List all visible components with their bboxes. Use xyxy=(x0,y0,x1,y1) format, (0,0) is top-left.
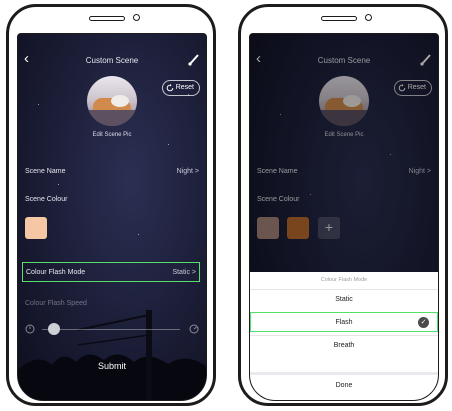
option-flash[interactable]: Flash ✓ xyxy=(250,312,438,332)
chevron-right-icon: > xyxy=(194,168,199,175)
colour-flash-mode-row[interactable]: Colour Flash Mode Static > xyxy=(22,262,200,282)
scene-picture[interactable] xyxy=(87,76,137,126)
front-camera xyxy=(133,14,140,21)
scene-colour-label: Scene Colour xyxy=(25,196,68,203)
flash-mode-label: Colour Flash Mode xyxy=(26,269,86,276)
speaker xyxy=(89,16,125,21)
custom-scene-screen: ‹ Custom Scene Reset Edit Scene Pic Scen… xyxy=(17,33,207,401)
phone-left: ‹ Custom Scene Reset Edit Scene Pic Scen… xyxy=(6,4,216,406)
option-static[interactable]: Static xyxy=(250,289,438,309)
submit-button[interactable]: Submit xyxy=(18,361,206,371)
flash-mode-sheet: Colour Flash Mode Static Flash ✓ Breath … xyxy=(250,272,438,400)
scene-name-value: Night > xyxy=(176,168,199,175)
phone-right: ‹ Custom Scene Reset Edit Scene Pic Scen… xyxy=(238,4,448,406)
brush-icon[interactable] xyxy=(188,52,200,66)
reset-label: Reset xyxy=(175,84,194,91)
slider-knob[interactable] xyxy=(48,323,60,335)
front-camera xyxy=(365,14,372,21)
colour-swatch[interactable] xyxy=(25,217,47,239)
chevron-right-icon: > xyxy=(191,269,196,276)
edit-scene-pic-link[interactable]: Edit Scene Pic xyxy=(18,132,206,138)
done-button[interactable]: Done xyxy=(250,375,438,397)
option-breath[interactable]: Breath xyxy=(250,335,438,355)
slow-speed-icon xyxy=(25,324,35,334)
sheet-title: Colour Flash Mode xyxy=(320,277,368,283)
speaker xyxy=(321,16,357,21)
nav-bar: ‹ Custom Scene xyxy=(18,50,206,70)
reset-button[interactable]: Reset xyxy=(161,80,200,96)
flash-speed-slider[interactable] xyxy=(42,329,180,330)
fast-speed-icon xyxy=(189,324,199,334)
reset-icon xyxy=(166,84,173,92)
custom-scene-screen-with-sheet: ‹ Custom Scene Reset Edit Scene Pic Scen… xyxy=(249,33,439,401)
flash-mode-value: Static > xyxy=(172,269,196,276)
scene-name-label: Scene Name xyxy=(25,168,66,175)
check-icon: ✓ xyxy=(418,317,429,328)
flash-speed-label: Colour Flash Speed xyxy=(25,300,87,307)
page-title: Custom Scene xyxy=(85,56,139,65)
